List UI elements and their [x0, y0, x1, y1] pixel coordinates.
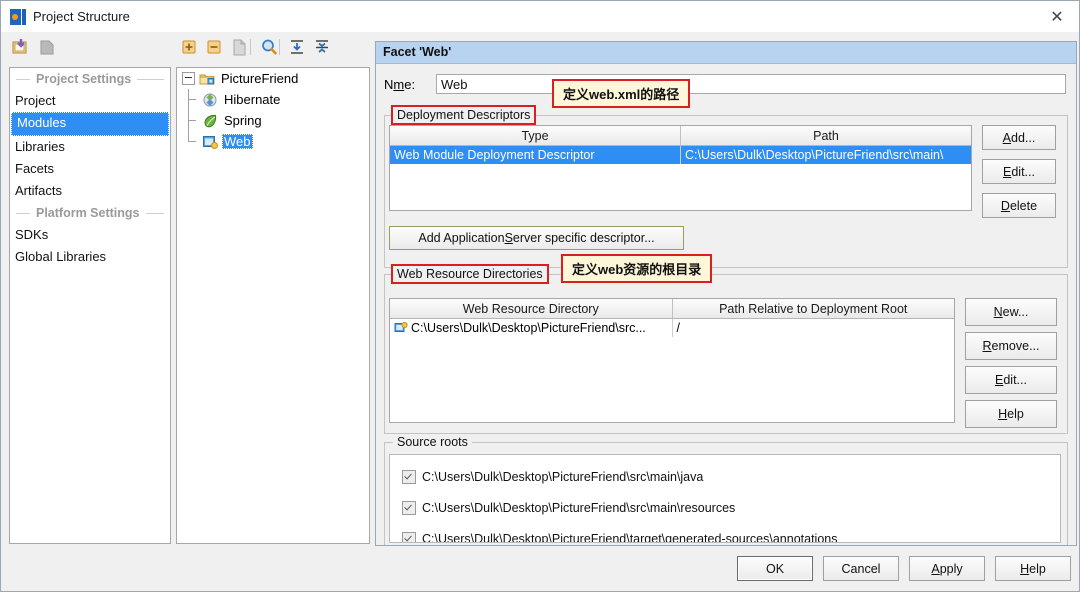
sidebar-item-sdks[interactable]: SDKs	[10, 224, 170, 246]
cancel-button[interactable]: Cancel	[823, 556, 899, 581]
module-tree-panel: PictureFriend Hibernate Spring Web	[176, 67, 370, 544]
list-item[interactable]: C:\Users\Dulk\Desktop\PictureFriend\src\…	[390, 492, 1060, 523]
add-descriptor-button[interactable]: Add...	[982, 125, 1056, 150]
help-web-resource-button[interactable]: Help	[965, 400, 1057, 428]
remove-module-icon[interactable]	[37, 37, 57, 57]
web-folder-icon	[394, 321, 408, 335]
settings-section-project: Project Settings Project Modules Librari…	[10, 68, 170, 202]
list-item[interactable]: C:\Users\Dulk\Desktop\PictureFriend\src\…	[390, 461, 1060, 492]
copy-icon[interactable]	[229, 37, 249, 57]
collapse-all-icon[interactable]	[312, 37, 332, 57]
source-root-path: C:\Users\Dulk\Desktop\PictureFriend\src\…	[422, 500, 736, 515]
minus-icon[interactable]	[204, 37, 224, 57]
tree-row[interactable]: Spring	[177, 110, 369, 131]
section-header-label: Project Settings	[36, 72, 132, 86]
table-header-row: Web Resource Directory Path Relative to …	[390, 299, 954, 319]
tree-row[interactable]: Hibernate	[177, 89, 369, 110]
module-folder-icon	[199, 71, 215, 87]
column-header-path-relative[interactable]: Path Relative to Deployment Root	[673, 299, 955, 318]
expand-all-icon[interactable]	[287, 37, 307, 57]
sidebar-item-facets[interactable]: Facets	[10, 158, 170, 180]
sidebar-item-global-libraries[interactable]: Global Libraries	[10, 246, 170, 268]
settings-list-panel: Project Settings Project Modules Librari…	[9, 67, 171, 544]
close-icon[interactable]: ✕	[1035, 1, 1079, 31]
table-row[interactable]: Web Module Deployment Descriptor C:\User…	[390, 146, 971, 164]
callout-webxml-path: 定义web.xml的路径	[552, 79, 691, 108]
source-root-path: C:\Users\Dulk\Desktop\PictureFriend\src\…	[422, 469, 704, 484]
settings-section-platform: Platform Settings SDKs Global Libraries	[10, 202, 170, 268]
checkbox-icon[interactable]	[402, 531, 416, 542]
apply-button[interactable]: Apply	[909, 556, 985, 581]
tree-item-label-spring: Spring	[224, 113, 262, 128]
tree-branch-line	[188, 131, 198, 152]
facet-detail-panel: Facet 'Web' Nme: Web Deployment Descript…	[375, 41, 1077, 546]
web-resource-directories-table: Web Resource Directory Path Relative to …	[389, 298, 955, 423]
table-header-row: Type Path	[390, 126, 971, 146]
section-header-platform-settings: Platform Settings	[10, 202, 170, 224]
facet-name-label: Nme:	[384, 76, 416, 92]
find-icon[interactable]	[259, 37, 279, 57]
add-application-server-descriptor-button[interactable]: Add Application Server specific descript…	[389, 226, 684, 250]
facet-header: Facet 'Web'	[376, 42, 1076, 64]
web-facet-icon	[202, 134, 218, 150]
add-module-icon[interactable]	[11, 37, 31, 57]
remove-web-resource-button[interactable]: Remove...	[965, 332, 1057, 360]
sidebar-item-artifacts[interactable]: Artifacts	[10, 180, 170, 202]
collapse-toggle-icon[interactable]	[182, 72, 195, 85]
tree-branch-line	[188, 89, 198, 110]
web-resource-directories-title: Web Resource Directories	[391, 264, 549, 284]
intellij-logo-icon	[10, 8, 26, 25]
new-web-resource-button[interactable]: New...	[965, 298, 1057, 326]
ok-button[interactable]: OK	[737, 556, 813, 581]
section-header-project-settings: Project Settings	[10, 68, 170, 90]
help-button[interactable]: Help	[995, 556, 1071, 581]
dialog-button-bar: OK Cancel Apply Help	[1, 546, 1079, 591]
cell-type: Web Module Deployment Descriptor	[390, 146, 681, 164]
deployment-descriptors-table: Type Path Web Module Deployment Descript…	[389, 125, 972, 211]
tree-row[interactable]: PictureFriend	[177, 68, 369, 89]
checkbox-icon[interactable]	[402, 469, 416, 484]
deployment-descriptors-title: Deployment Descriptors	[391, 105, 537, 125]
callout-web-resource-root: 定义web资源的根目录	[561, 254, 713, 283]
project-structure-dialog: Project Structure ✕ Project Settings Pro…	[0, 0, 1080, 592]
tree-branch-line	[188, 110, 198, 131]
sidebar-item-modules[interactable]: Modules	[11, 112, 169, 136]
delete-descriptor-button[interactable]: Delete	[982, 193, 1056, 218]
table-row[interactable]: C:\Users\Dulk\Desktop\PictureFriend\src.…	[390, 319, 954, 337]
tree-root-label: PictureFriend	[221, 71, 299, 86]
source-root-path: C:\Users\Dulk\Desktop\PictureFriend\targ…	[422, 531, 838, 543]
column-header-path[interactable]: Path	[681, 126, 971, 145]
section-header-label: Platform Settings	[36, 206, 140, 220]
cell-relative-path: /	[676, 321, 680, 335]
sidebar-item-libraries[interactable]: Libraries	[10, 136, 170, 158]
plus-icon[interactable]	[179, 37, 199, 57]
tree-item-label-hibernate: Hibernate	[224, 92, 281, 107]
hibernate-icon	[202, 92, 218, 108]
source-roots-list: C:\Users\Dulk\Desktop\PictureFriend\src\…	[389, 454, 1061, 543]
edit-descriptor-button[interactable]: Edit...	[982, 159, 1056, 184]
tree-item-label-web: Web	[222, 134, 253, 149]
spring-leaf-icon	[202, 113, 218, 129]
sidebar-item-project[interactable]: Project	[10, 90, 170, 112]
facet-name-row: Nme: Web	[384, 72, 1066, 96]
checkbox-icon[interactable]	[402, 500, 416, 515]
facet-name-input[interactable]: Web	[436, 74, 1066, 94]
window-title: Project Structure	[33, 9, 130, 24]
list-item[interactable]: C:\Users\Dulk\Desktop\PictureFriend\targ…	[390, 523, 1060, 543]
column-header-web-resource-directory[interactable]: Web Resource Directory	[390, 299, 673, 318]
cell-path: C:\Users\Dulk\Desktop\PictureFriend\src\…	[685, 148, 944, 162]
column-header-type[interactable]: Type	[390, 126, 681, 145]
title-bar: Project Structure ✕	[1, 1, 1079, 33]
cell-web-resource-directory: C:\Users\Dulk\Desktop\PictureFriend\src.…	[411, 321, 646, 335]
tree-row[interactable]: Web	[177, 131, 369, 152]
edit-web-resource-button[interactable]: Edit...	[965, 366, 1057, 394]
source-roots-title: Source roots	[393, 435, 472, 449]
